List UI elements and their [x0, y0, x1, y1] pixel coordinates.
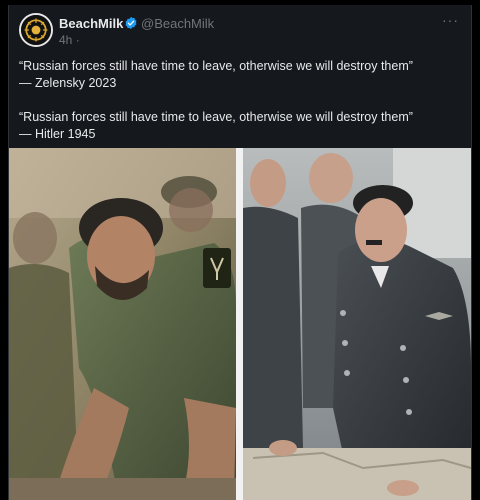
- quote-hitler: “Russian forces still have time to leave…: [19, 110, 413, 124]
- attribution-hitler: — Hitler 1945: [19, 127, 96, 141]
- author-avatar[interactable]: [19, 13, 53, 47]
- more-options-icon[interactable]: ···: [442, 12, 459, 28]
- avatar-logo-icon: [21, 15, 51, 45]
- post-card[interactable]: BeachMilk @BeachMilk 4h · ··· “Russian f…: [8, 5, 472, 500]
- post-text: “Russian forces still have time to leave…: [19, 58, 469, 143]
- media-divider: [236, 148, 243, 500]
- media-photo-left[interactable]: [9, 148, 236, 500]
- quote-zelensky: “Russian forces still have time to leave…: [19, 59, 413, 73]
- author-name[interactable]: BeachMilk: [59, 16, 123, 31]
- time-separator: ·: [75, 33, 80, 47]
- verified-badge-icon: [125, 16, 137, 30]
- timestamp[interactable]: 4h: [59, 33, 72, 47]
- post-media[interactable]: [9, 148, 471, 500]
- attribution-zelensky: — Zelensky 2023: [19, 76, 117, 90]
- post-time[interactable]: 4h ·: [59, 33, 80, 47]
- author-handle[interactable]: @BeachMilk: [141, 16, 214, 31]
- media-photo-right[interactable]: [243, 148, 471, 500]
